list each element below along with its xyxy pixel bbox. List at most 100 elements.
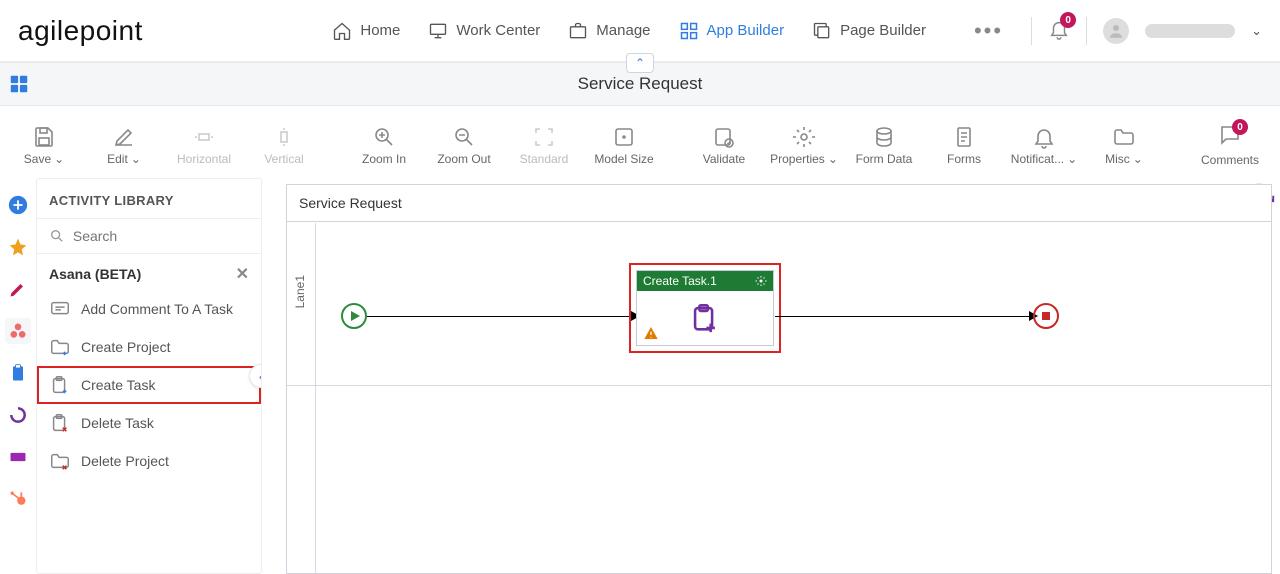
apps-grid-button[interactable] bbox=[8, 73, 30, 95]
nav-home[interactable]: Home bbox=[332, 21, 400, 41]
notifications-badge: 0 bbox=[1060, 12, 1076, 28]
forms-button[interactable]: Forms bbox=[926, 112, 1002, 178]
clipboard-plus-icon bbox=[49, 374, 71, 396]
clipboard-plus-icon bbox=[688, 301, 722, 335]
comments-label: Comments bbox=[1201, 153, 1259, 167]
align-horizontal-icon bbox=[192, 125, 216, 149]
nav-manage-label: Manage bbox=[596, 22, 650, 39]
rail-tag-button[interactable] bbox=[5, 444, 31, 470]
zoom-out-button[interactable]: Zoom Out bbox=[426, 112, 502, 178]
warning-icon bbox=[643, 325, 659, 341]
task-node-title: Create Task.1 bbox=[643, 274, 717, 288]
gear-icon[interactable] bbox=[755, 275, 767, 287]
user-icon bbox=[1107, 22, 1125, 40]
task-node-create-task[interactable]: Create Task.1 bbox=[636, 270, 774, 346]
edit-label: Edit bbox=[107, 152, 128, 166]
nav-home-label: Home bbox=[360, 22, 400, 39]
form-data-button[interactable]: Form Data bbox=[846, 112, 922, 178]
copy-icon bbox=[812, 21, 832, 41]
chevron-down-icon: ⌄ bbox=[828, 152, 838, 166]
nav-page-builder[interactable]: Page Builder bbox=[812, 21, 926, 41]
rail-star-button[interactable] bbox=[5, 234, 31, 260]
align-vertical-icon bbox=[272, 125, 296, 149]
comments-button[interactable]: 0 Comments bbox=[1192, 112, 1268, 178]
model-size-label: Model Size bbox=[594, 152, 653, 166]
comments-badge: 0 bbox=[1232, 119, 1248, 135]
search-icon bbox=[49, 227, 65, 245]
library-search[interactable] bbox=[37, 219, 261, 254]
standard-button[interactable]: Standard bbox=[506, 112, 582, 178]
forms-label: Forms bbox=[947, 152, 981, 166]
task-node-selection: Create Task.1 bbox=[629, 263, 781, 353]
clipboard-x-icon bbox=[49, 412, 71, 434]
home-icon bbox=[332, 21, 352, 41]
library-item-delete-task[interactable]: Delete Task bbox=[37, 404, 261, 442]
validate-label: Validate bbox=[703, 152, 745, 166]
misc-button[interactable]: Misc ⌄ bbox=[1086, 112, 1162, 178]
zoom-out-icon bbox=[452, 125, 476, 149]
lib-create-project-label: Create Project bbox=[81, 339, 170, 355]
library-item-create-project[interactable]: Create Project bbox=[37, 328, 261, 366]
rail-loop-button[interactable] bbox=[5, 402, 31, 428]
save-icon bbox=[32, 125, 56, 149]
nav-more-button[interactable]: ••• bbox=[974, 18, 1003, 44]
rail-hubspot-button[interactable] bbox=[5, 486, 31, 512]
library-item-delete-project[interactable]: Delete Project bbox=[37, 442, 261, 480]
lane-bottom-border bbox=[287, 385, 1271, 386]
lib-delete-task-label: Delete Task bbox=[81, 415, 154, 431]
notifications-button[interactable]: 0 bbox=[1048, 18, 1070, 43]
bell-icon bbox=[1032, 125, 1056, 149]
user-name-placeholder bbox=[1145, 24, 1235, 38]
validate-button[interactable]: Validate bbox=[686, 112, 762, 178]
end-node[interactable] bbox=[1033, 303, 1059, 329]
zoom-in-icon bbox=[372, 125, 396, 149]
forms-icon bbox=[952, 125, 976, 149]
rail-add-button[interactable] bbox=[5, 192, 31, 218]
nav-page-builder-label: Page Builder bbox=[840, 22, 926, 39]
rail-clipboard-button[interactable] bbox=[5, 360, 31, 386]
nav-manage[interactable]: Manage bbox=[568, 21, 650, 41]
database-icon bbox=[872, 125, 896, 149]
chevron-down-icon: ⌄ bbox=[1067, 152, 1077, 166]
nav-app-builder[interactable]: App Builder bbox=[679, 21, 785, 41]
zoom-in-label: Zoom In bbox=[362, 152, 406, 166]
briefcase-icon bbox=[568, 21, 588, 41]
validate-icon bbox=[712, 125, 736, 149]
library-search-input[interactable] bbox=[73, 228, 249, 244]
horizontal-button[interactable]: Horizontal bbox=[166, 112, 242, 178]
zoom-out-label: Zoom Out bbox=[437, 152, 490, 166]
library-category: Asana (BETA) bbox=[49, 266, 141, 282]
lib-add-comment-label: Add Comment To A Task bbox=[81, 301, 233, 318]
library-item-add-comment[interactable]: Add Comment To A Task bbox=[37, 290, 261, 328]
rail-edit-button[interactable] bbox=[5, 276, 31, 302]
vertical-button[interactable]: Vertical bbox=[246, 112, 322, 178]
zoom-in-button[interactable]: Zoom In bbox=[346, 112, 422, 178]
notifications-tool-button[interactable]: Notificat... ⌄ bbox=[1006, 112, 1082, 178]
user-menu-chevron[interactable]: ⌄ bbox=[1251, 23, 1262, 39]
model-size-button[interactable]: Model Size bbox=[586, 112, 662, 178]
library-category-close[interactable]: ✕ bbox=[236, 264, 249, 284]
connector bbox=[775, 316, 1033, 317]
properties-label: Properties bbox=[770, 152, 825, 166]
nav-app-builder-label: App Builder bbox=[707, 22, 785, 39]
lane-label: Lane1 bbox=[293, 275, 307, 308]
rail-asana-button[interactable] bbox=[5, 318, 31, 344]
pencil-icon bbox=[112, 125, 136, 149]
gear-icon bbox=[792, 125, 816, 149]
page-title: Service Request bbox=[578, 74, 703, 94]
start-node[interactable] bbox=[341, 303, 367, 329]
brand-logo[interactable]: agilepoint bbox=[18, 15, 143, 47]
edit-button[interactable]: Edit ⌄ bbox=[86, 112, 162, 178]
collapse-up-button[interactable]: ⌃ bbox=[626, 53, 654, 73]
process-canvas[interactable]: Service Request Lane1 Create Task.1 bbox=[286, 184, 1272, 574]
nav-work-center[interactable]: Work Center bbox=[428, 21, 540, 41]
save-button[interactable]: Save ⌄ bbox=[6, 112, 82, 178]
library-title: ACTIVITY LIBRARY bbox=[37, 179, 261, 219]
chat-icon bbox=[49, 298, 71, 320]
notifications-tool-label: Notificat... bbox=[1011, 152, 1064, 166]
library-item-create-task[interactable]: Create Task bbox=[37, 366, 261, 404]
chevron-down-icon: ⌄ bbox=[54, 152, 64, 166]
nav-work-center-label: Work Center bbox=[456, 22, 540, 39]
properties-button[interactable]: Properties ⌄ bbox=[766, 112, 842, 178]
user-avatar[interactable] bbox=[1103, 18, 1129, 44]
